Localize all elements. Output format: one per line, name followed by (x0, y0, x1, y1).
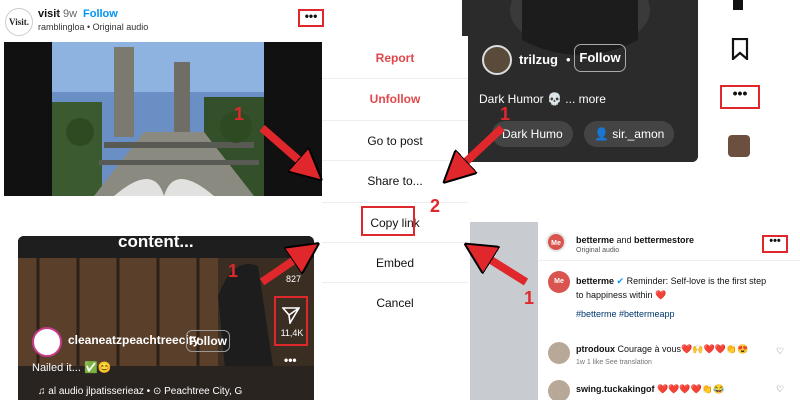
bottom-left-reel-panel: content... 827 11,4K ••• cleaneatzpeacht… (18, 236, 314, 400)
separator-dot: • (566, 52, 571, 67)
step-number-copy: 2 (430, 196, 441, 216)
top-edge-icon (733, 0, 743, 10)
top-right-reel-panel: trilzug • Follow Dark Humor 💀 ... more D… (462, 0, 800, 162)
reel-video (18, 236, 314, 400)
step-number-bl: 1 (228, 261, 239, 281)
like-heart-icon[interactable]: ♡ (776, 346, 784, 357)
bottom-right-post-panel: Me betterme and bettermestore Original a… (470, 222, 800, 400)
username-1[interactable]: betterme (576, 235, 614, 245)
more-options-button[interactable]: ••• (720, 85, 760, 109)
more-options-button[interactable]: ••• (298, 9, 324, 27)
caption-username[interactable]: betterme (576, 276, 614, 286)
follow-button[interactable]: Follow (83, 8, 118, 20)
comment-user[interactable]: ptrodoux (576, 344, 615, 354)
audio-location-row[interactable]: ♫ al audio jlpatisserieaz • ⊙ Peachtree … (38, 386, 242, 397)
comment-1: ptrodoux Courage à vous❤️🙌❤️❤️👏😍 (576, 344, 748, 355)
user-icon: 👤 (594, 127, 613, 141)
copy-link-highlight (361, 206, 415, 236)
overlay-caption: content... (118, 236, 194, 251)
comment-avatar[interactable] (548, 342, 570, 364)
hashtags[interactable]: #betterme #bettermeapp (576, 309, 675, 319)
like-heart-icon[interactable]: ♡ (776, 384, 784, 395)
step-number-br: 1 (524, 288, 535, 308)
follow-button[interactable]: Follow (186, 330, 230, 352)
post-photo (470, 222, 538, 400)
top-left-post-panel: Visit. visit • 9w Follow ramblingloa • O… (0, 0, 332, 196)
share-icon[interactable] (282, 306, 300, 324)
post-caption: betterme ✔ Reminder: Self-love is the fi… (576, 274, 776, 302)
comment-avatar[interactable] (548, 380, 570, 400)
share-count: 11,4K (280, 328, 304, 338)
caption-avatar[interactable]: Me (548, 271, 570, 293)
chip-label: sir._amon (612, 127, 665, 141)
post-usernames[interactable]: betterme and bettermestore (576, 235, 694, 245)
more-options-button[interactable]: ••• (284, 353, 297, 367)
step-number-tl: 1 (234, 104, 245, 124)
audio-line[interactable]: ramblingloa • Original audio (38, 22, 148, 32)
separator-dot: • (56, 8, 60, 20)
comment-2: swing.tuckakingof ❤️❤️❤️❤️👏😂 (576, 384, 724, 395)
more-options-button[interactable]: ••• (762, 235, 788, 253)
bookmark-icon[interactable] (730, 38, 750, 60)
side-count: 827 (286, 274, 302, 284)
account-logo[interactable]: Visit. (5, 8, 33, 36)
post-age: 9w (63, 8, 78, 20)
audio-thumbnail[interactable] (728, 135, 750, 157)
names-join: and (614, 235, 635, 245)
step-number-tr: 1 (500, 104, 511, 124)
username-2[interactable]: bettermestore (634, 235, 694, 245)
reel-avatar[interactable] (32, 327, 62, 357)
menu-item-unfollow[interactable]: Unfollow (322, 78, 468, 118)
post-photo (4, 42, 332, 196)
comment-text: Courage à vous❤️🙌❤️❤️👏😍 (615, 344, 749, 354)
follow-button[interactable]: Follow (574, 44, 626, 72)
account-logo[interactable]: Me (546, 232, 566, 252)
verified-icon: ✔ (614, 276, 625, 286)
divider (538, 260, 800, 261)
menu-item-go-to-post[interactable]: Go to post (322, 120, 468, 160)
reel-avatar[interactable] (482, 45, 512, 75)
reel-username[interactable]: cleaneatzpeachtreecity (68, 333, 199, 347)
menu-item-share-to[interactable]: Share to... (322, 160, 468, 200)
reel-caption[interactable]: Dark Humor 💀 ... more (479, 92, 606, 106)
menu-item-cancel[interactable]: Cancel (322, 282, 468, 322)
comment-text: ❤️❤️❤️❤️👏😂 (654, 384, 725, 394)
reel-username[interactable]: trilzug (519, 52, 558, 67)
comment-meta[interactable]: 1w 1 like See translation (576, 359, 652, 366)
post-options-menu: Report Unfollow Go to post Share to... C… (322, 36, 468, 328)
audio-line[interactable]: Original audio (576, 247, 619, 254)
comment-user[interactable]: swing.tuckakingof (576, 384, 655, 394)
reel-caption[interactable]: Nailed it... ✅😊 (32, 361, 111, 374)
menu-item-report[interactable]: Report (322, 38, 468, 78)
menu-item-embed[interactable]: Embed (322, 242, 468, 282)
tag-chip-user[interactable]: 👤 sir._amon (584, 121, 675, 147)
